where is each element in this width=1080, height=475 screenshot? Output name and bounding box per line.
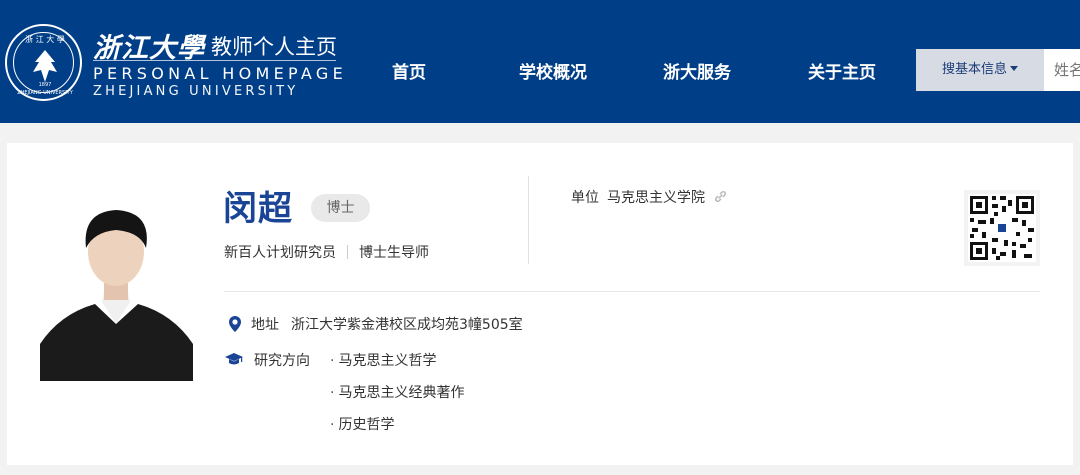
nav-about[interactable]: 关于主页 <box>808 58 876 83</box>
horizontal-divider <box>224 291 1040 292</box>
profile-photo <box>40 174 193 381</box>
link-icon[interactable] <box>713 189 728 208</box>
unit-value: 马克思主义学院 <box>607 190 705 206</box>
research-item: · 历史哲学 <box>330 417 395 433</box>
degree-badge: 博士 <box>311 194 370 222</box>
university-seal-logo[interactable]: 浙 江 大 學 ZHEJIANG UNIVERSITY 1897 <box>5 24 82 101</box>
nav-school-overview[interactable]: 学校概况 <box>519 58 587 83</box>
title-researcher: 新百人计划研究员 <box>224 245 336 261</box>
brand-subtitle-en: ZHEJIANG UNIVERSITY <box>93 84 299 99</box>
svg-text:浙 江 大 學: 浙 江 大 學 <box>25 34 65 44</box>
title-supervisor: 博士生导师 <box>359 245 429 261</box>
address-value: 浙江大学紫金港校区成均苑3幢505室 <box>291 317 523 333</box>
profile-name: 闵超 <box>223 189 293 229</box>
unit-row: 单位 马克思主义学院 <box>571 187 728 208</box>
qr-code[interactable] <box>964 190 1040 266</box>
address-row: 地址 浙江大学紫金港校区成均苑3幢505室 <box>227 314 523 334</box>
graduation-cap-icon <box>224 352 244 370</box>
brand-title-cn: 教师个人主页 <box>211 35 337 59</box>
caret-down-icon <box>1010 66 1018 71</box>
address-label: 地址 <box>251 317 279 333</box>
brand-divider <box>93 60 336 61</box>
research-label: 研究方向 <box>254 353 310 369</box>
unit-label: 单位 <box>571 190 599 206</box>
search-type-label: 搜基本信息 <box>941 62 1007 77</box>
search-type-dropdown[interactable]: 搜基本信息 <box>916 49 1044 91</box>
top-header: 浙 江 大 學 ZHEJIANG UNIVERSITY 1897 浙江大學 教师… <box>0 0 1080 123</box>
nav-zju-services[interactable]: 浙大服务 <box>663 58 731 83</box>
nav-home[interactable]: 首页 <box>392 58 426 83</box>
brand-title-en: PERSONAL HOMEPAGE <box>93 64 347 83</box>
search-input[interactable] <box>1044 49 1080 91</box>
research-item: · 马克思主义哲学 <box>330 353 437 369</box>
profile-titles: 新百人计划研究员 博士生导师 <box>224 242 429 262</box>
svg-text:1897: 1897 <box>39 82 52 88</box>
research-item: · 马克思主义经典著作 <box>330 385 465 401</box>
vertical-divider <box>528 176 529 264</box>
location-pin-icon <box>227 316 243 333</box>
title-separator <box>347 245 348 259</box>
svg-text:ZHEJIANG UNIVERSITY: ZHEJIANG UNIVERSITY <box>17 90 74 96</box>
